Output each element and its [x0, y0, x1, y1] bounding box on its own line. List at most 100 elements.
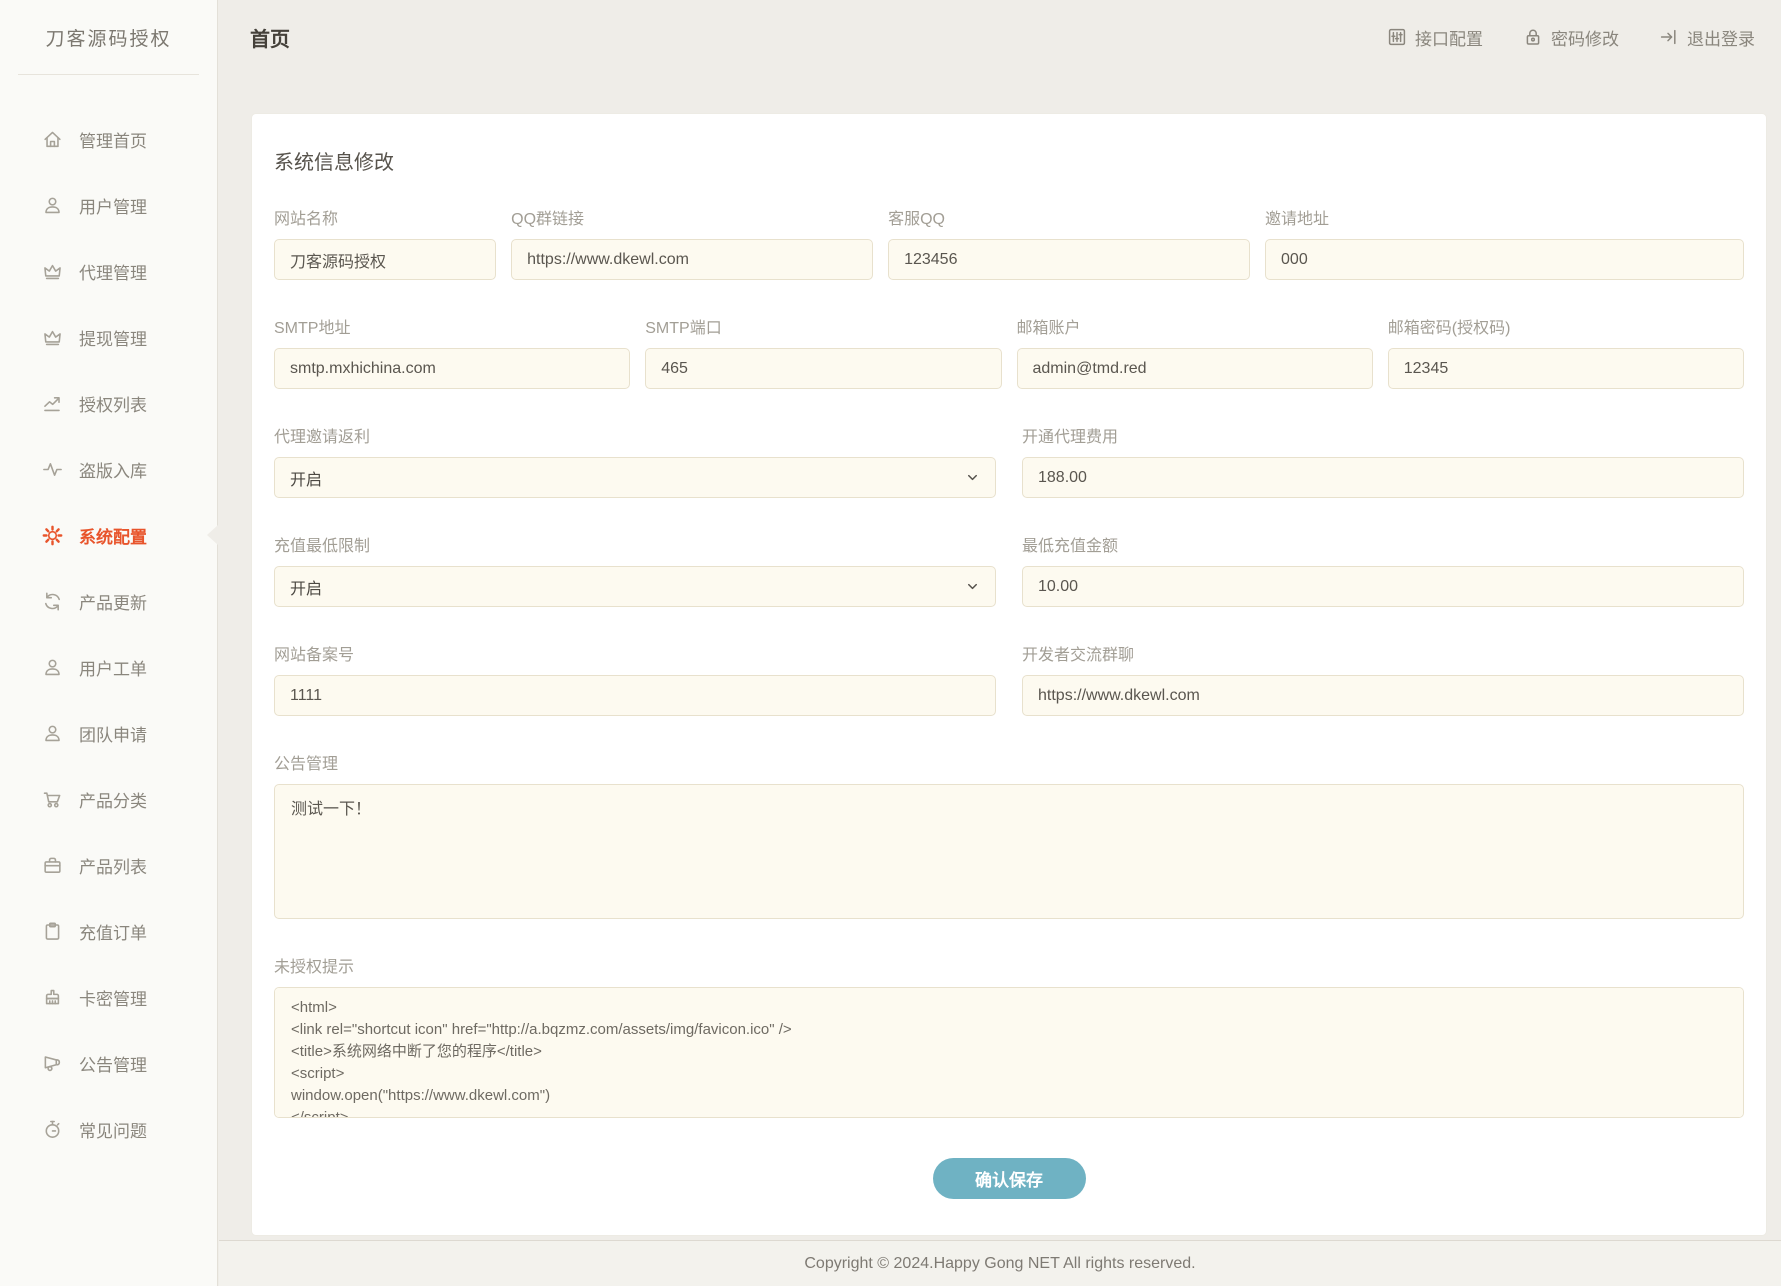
chevron-down-icon [965, 579, 980, 594]
field-service-qq: 客服QQ [888, 205, 1250, 280]
sidebar-item-system-config[interactable]: 系统配置 [0, 502, 217, 568]
field-label: 最低充值金额 [1022, 532, 1744, 556]
field-label: 代理邀请返利 [274, 423, 996, 447]
recharge-limit-select[interactable]: 开启 [274, 566, 996, 607]
copyright-text: Copyright © 2024.Happy Gong NET All righ… [804, 1255, 1195, 1273]
sidebar-item-label: 系统配置 [79, 523, 147, 548]
megaphone-icon [42, 1053, 63, 1074]
activity-icon [42, 459, 63, 480]
stopwatch-icon [42, 1119, 63, 1140]
field-label: 邮箱密码(授权码) [1388, 314, 1744, 338]
qq-group-link-input[interactable] [511, 239, 873, 280]
sidebar-item-label: 授权列表 [79, 391, 147, 416]
announcement-textarea[interactable]: 测试一下！ [274, 784, 1744, 919]
active-item-arrow [207, 525, 218, 545]
field-email-account: 邮箱账户 [1017, 314, 1373, 389]
sidebar-item-label: 常见问题 [79, 1117, 147, 1142]
dev-group-input[interactable] [1022, 675, 1744, 716]
service-qq-input[interactable] [888, 239, 1250, 280]
sidebar-item-recharge-orders[interactable]: 充值订单 [0, 898, 217, 964]
agent-rebate-select[interactable]: 开启 [274, 457, 996, 498]
footer: Copyright © 2024.Happy Gong NET All righ… [219, 1240, 1781, 1286]
field-label: SMTP端口 [645, 314, 1001, 338]
chevron-down-icon [965, 470, 980, 485]
field-recharge-limit: 充值最低限制 开启 [274, 532, 996, 607]
password-change-button[interactable]: 密码修改 [1523, 25, 1619, 50]
sidebar-item-user-tickets[interactable]: 用户工单 [0, 634, 217, 700]
sidebar-menu: 管理首页 用户管理 代理管理 提现管理 授权列表 盗版入库 系统配置 产品更新 [0, 106, 217, 1162]
main-area: 首页 接口配置 密码修改 退出登录 系统信息修改 网站名称 [219, 0, 1781, 1236]
sliders-icon [1387, 27, 1407, 47]
min-recharge-input[interactable] [1022, 566, 1744, 607]
field-smtp-port: SMTP端口 [645, 314, 1001, 389]
sidebar: 刀客源码授权 管理首页 用户管理 代理管理 提现管理 授权列表 盗版入库 系 [0, 0, 218, 1286]
smtp-host-input[interactable] [274, 348, 630, 389]
user-icon [42, 195, 63, 216]
sidebar-item-faq[interactable]: 常见问题 [0, 1096, 217, 1162]
sidebar-item-withdraw-management[interactable]: 提现管理 [0, 304, 217, 370]
field-icp-number: 网站备案号 [274, 641, 996, 716]
form-title: 系统信息修改 [274, 146, 1744, 175]
field-smtp-host: SMTP地址 [274, 314, 630, 389]
sidebar-item-product-list[interactable]: 产品列表 [0, 832, 217, 898]
invite-address-input[interactable] [1265, 239, 1744, 280]
app-logo: 刀客源码授权 [0, 0, 217, 74]
field-label: 邀请地址 [1265, 205, 1744, 229]
field-label: 客服QQ [888, 205, 1250, 229]
refresh-icon [42, 591, 63, 612]
email-account-input[interactable] [1017, 348, 1373, 389]
save-button[interactable]: 确认保存 [933, 1158, 1086, 1199]
site-name-input[interactable] [274, 239, 496, 280]
sidebar-item-label: 用户工单 [79, 655, 147, 680]
field-unauthorized-tip: 未授权提示 <html> <link rel="shortcut icon" h… [274, 953, 1744, 1118]
field-label: 未授权提示 [274, 953, 1744, 977]
sidebar-item-card-key-management[interactable]: 卡密管理 [0, 964, 217, 1030]
sidebar-item-label: 产品列表 [79, 853, 147, 878]
sidebar-item-label: 管理首页 [79, 127, 147, 152]
form-row-announcement: 公告管理 测试一下！ [274, 750, 1744, 919]
top-bar: 首页 接口配置 密码修改 退出登录 [219, 0, 1781, 74]
field-label: 开通代理费用 [1022, 423, 1744, 447]
email-password-input[interactable] [1388, 348, 1744, 389]
sidebar-item-team-application[interactable]: 团队申请 [0, 700, 217, 766]
system-info-card: 系统信息修改 网站名称 QQ群链接 客服QQ 邀请地址 SMTP地址 [251, 113, 1767, 1236]
lock-icon [1523, 27, 1543, 47]
logout-icon [1659, 27, 1679, 47]
selected-value: 开启 [290, 466, 322, 490]
logo-divider [18, 74, 199, 75]
sidebar-item-user-management[interactable]: 用户管理 [0, 172, 217, 238]
selected-value: 开启 [290, 575, 322, 599]
form-row-5: 网站备案号 开发者交流群聊 [274, 641, 1744, 716]
trend-chart-icon [42, 393, 63, 414]
field-qq-group-link: QQ群链接 [511, 205, 873, 280]
field-label: 充值最低限制 [274, 532, 996, 556]
action-label: 密码修改 [1551, 25, 1619, 50]
sidebar-item-label: 代理管理 [79, 259, 147, 284]
field-announcement: 公告管理 测试一下！ [274, 750, 1744, 919]
crown-icon [42, 261, 63, 282]
sidebar-item-license-list[interactable]: 授权列表 [0, 370, 217, 436]
icp-number-input[interactable] [274, 675, 996, 716]
sidebar-item-product-category[interactable]: 产品分类 [0, 766, 217, 832]
unauthorized-tip-textarea[interactable]: <html> <link rel="shortcut icon" href="h… [274, 987, 1744, 1118]
api-config-button[interactable]: 接口配置 [1387, 25, 1483, 50]
brush-icon [42, 987, 63, 1008]
form-row-4: 充值最低限制 开启 最低充值金额 [274, 532, 1744, 607]
field-label: 网站名称 [274, 205, 496, 229]
sidebar-item-pirate-storage[interactable]: 盗版入库 [0, 436, 217, 502]
agent-fee-input[interactable] [1022, 457, 1744, 498]
sidebar-item-announcement-management[interactable]: 公告管理 [0, 1030, 217, 1096]
sidebar-item-product-update[interactable]: 产品更新 [0, 568, 217, 634]
briefcase-icon [42, 855, 63, 876]
field-agent-fee: 开通代理费用 [1022, 423, 1744, 498]
sidebar-item-label: 公告管理 [79, 1051, 147, 1076]
logout-button[interactable]: 退出登录 [1659, 25, 1755, 50]
sidebar-item-admin-home[interactable]: 管理首页 [0, 106, 217, 172]
field-label: 公告管理 [274, 750, 1744, 774]
form-row-3: 代理邀请返利 开启 开通代理费用 [274, 423, 1744, 498]
smtp-port-input[interactable] [645, 348, 1001, 389]
field-email-password: 邮箱密码(授权码) [1388, 314, 1744, 389]
crown-icon [42, 327, 63, 348]
sidebar-item-label: 用户管理 [79, 193, 147, 218]
sidebar-item-agent-management[interactable]: 代理管理 [0, 238, 217, 304]
